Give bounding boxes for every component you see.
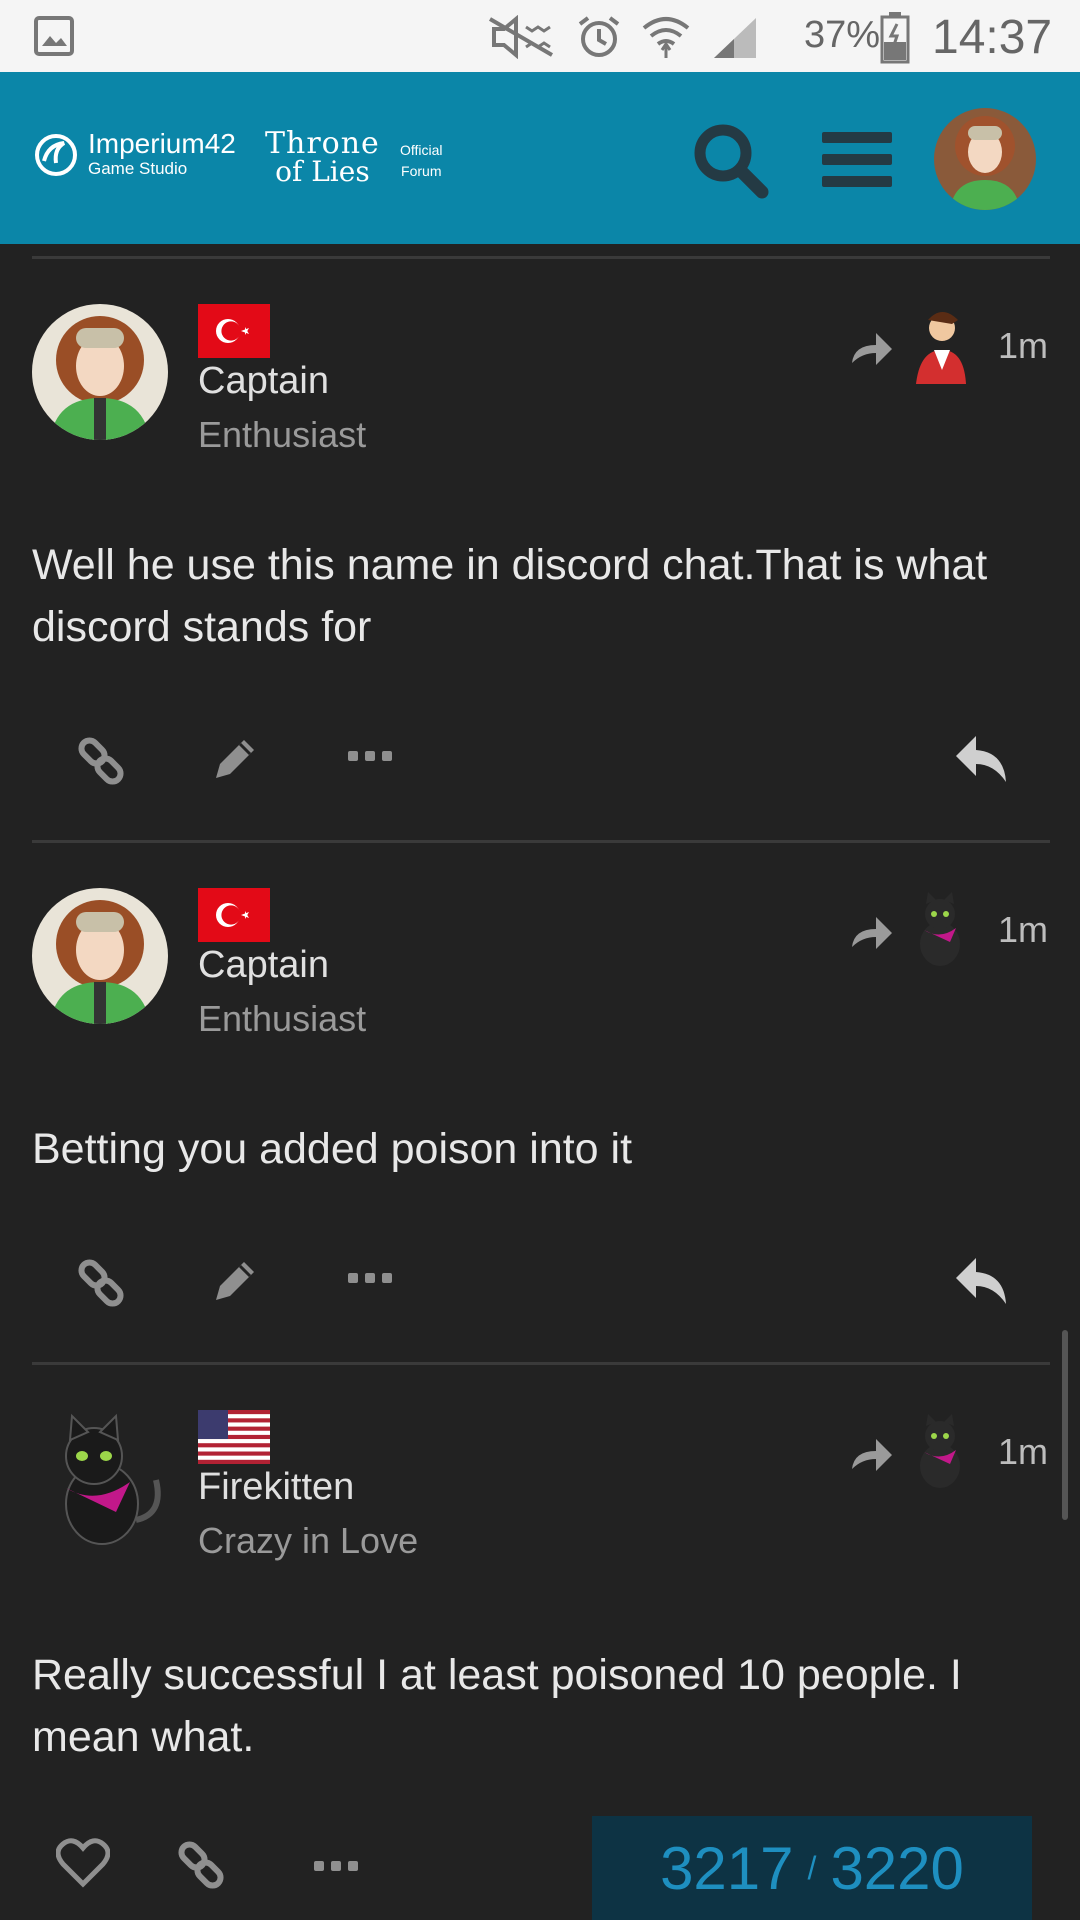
brand-name: Imperium42 [88, 128, 236, 159]
post-username[interactable]: Firekitten [198, 1466, 354, 1509]
mute-icon [488, 15, 554, 59]
alarm-icon [578, 16, 620, 57]
post-time[interactable]: 1m [998, 325, 1048, 367]
replied-user-avatar[interactable] [908, 308, 968, 384]
edit-pencil-icon[interactable] [210, 1256, 260, 1306]
post-meta: 1m [850, 892, 1048, 968]
imperium42-logo[interactable]: Imperium42 Game Studio [32, 130, 236, 177]
search-icon[interactable] [690, 120, 770, 200]
replied-user-avatar[interactable] [908, 892, 968, 968]
post-actions [0, 1256, 1080, 1326]
post-username[interactable]: Captain [198, 944, 329, 987]
post-meta: 1m [850, 308, 1048, 384]
turkey-flag-icon [198, 304, 270, 358]
post-avatar[interactable] [32, 888, 168, 1024]
battery-icon [880, 12, 910, 64]
progress-total: 3220 [830, 1834, 964, 1902]
system-icons [486, 12, 760, 62]
post-user-title: Enthusiast [198, 414, 367, 455]
topic-progress-indicator[interactable]: 3217 / 3220 [592, 1816, 1032, 1920]
reply-to-arrow-icon[interactable] [850, 911, 894, 949]
turkey-flag-icon [198, 888, 270, 942]
hamburger-menu-icon[interactable] [822, 130, 892, 190]
post-user-title: Crazy in Love [198, 1520, 419, 1561]
progress-current: 3217 [660, 1834, 794, 1902]
more-options-icon[interactable] [314, 1858, 358, 1874]
post-body: Well he use this name in discord chat.Th… [32, 541, 988, 651]
tol-line2: of Lies [275, 154, 370, 188]
user-avatar[interactable] [934, 108, 1036, 210]
official-forum-label: Official Forum [400, 140, 443, 182]
post-avatar[interactable] [32, 1410, 168, 1546]
post-divider [32, 1362, 1050, 1365]
official-line2: Forum [401, 163, 442, 179]
post-body: Betting you added poison into it [32, 1125, 633, 1173]
post-time[interactable]: 1m [998, 1431, 1048, 1473]
post-body: Really successful I at least poisoned 10… [32, 1651, 962, 1761]
wifi-icon [642, 17, 690, 58]
post-user-title: Enthusiast [198, 998, 367, 1039]
replied-user-avatar[interactable] [908, 1414, 968, 1490]
imperium-swirl-icon [35, 133, 77, 176]
post-divider [32, 840, 1050, 843]
signal-icon [714, 18, 756, 58]
usa-flag-icon [198, 1410, 270, 1464]
post-actions [0, 734, 1080, 804]
more-options-icon[interactable] [348, 748, 392, 764]
throne-of-lies-logo[interactable]: Throne of Lies [265, 129, 380, 188]
edit-pencil-icon[interactable] [210, 734, 260, 784]
post-time[interactable]: 1m [998, 909, 1048, 951]
brand-subtitle: Game Studio [88, 159, 188, 178]
gallery-icon [34, 16, 74, 56]
reply-icon[interactable] [954, 1256, 1010, 1306]
link-icon[interactable] [174, 1838, 228, 1892]
reply-to-arrow-icon[interactable] [850, 1433, 894, 1471]
post-divider [32, 256, 1050, 259]
link-icon[interactable] [74, 734, 128, 788]
reply-to-arrow-icon[interactable] [850, 327, 894, 365]
post-username[interactable]: Captain [198, 360, 329, 403]
official-line1: Official [400, 142, 443, 158]
post-meta: 1m [850, 1414, 1048, 1490]
forum-header: Imperium42 Game Studio Throne of Lies Of… [0, 72, 1080, 244]
battery-percent: 37% [804, 14, 881, 56]
reply-icon[interactable] [954, 734, 1010, 784]
status-bar: 37% 14:37 [0, 0, 1080, 72]
scrollbar[interactable] [1062, 1330, 1068, 1520]
post-avatar[interactable] [32, 304, 168, 440]
more-options-icon[interactable] [348, 1270, 392, 1286]
progress-separator: / [807, 1849, 817, 1886]
heart-icon[interactable] [56, 1838, 110, 1888]
link-icon[interactable] [74, 1256, 128, 1310]
clock: 14:37 [932, 11, 1053, 64]
